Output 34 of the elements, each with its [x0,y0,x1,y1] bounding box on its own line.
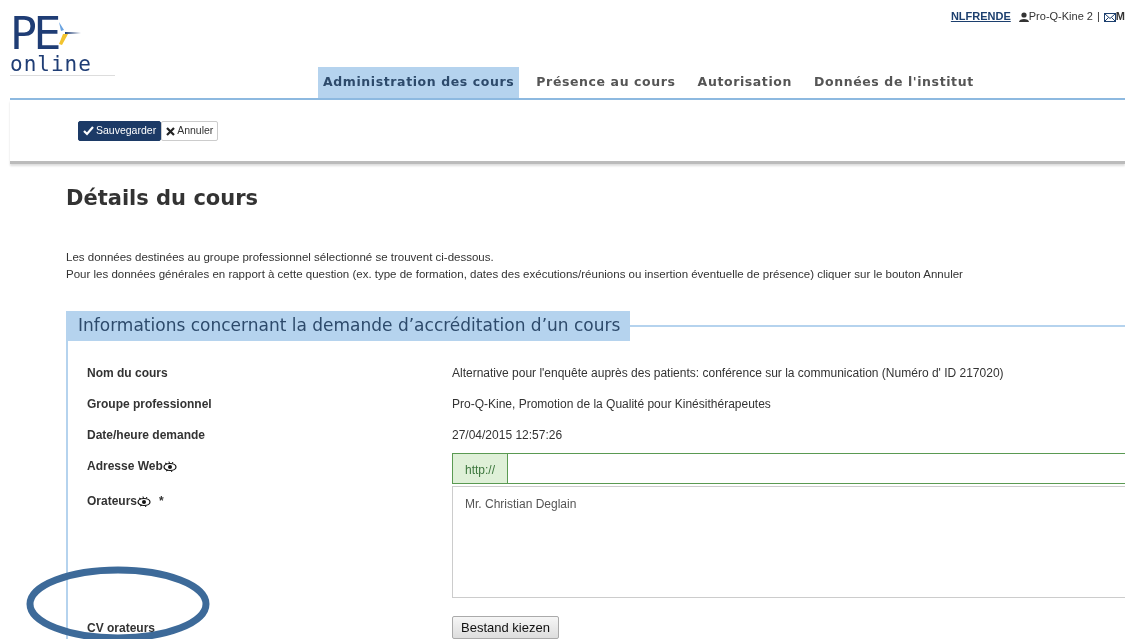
page-title: Détails du cours [66,186,260,212]
speakers-textarea[interactable]: Mr. Christian Deglain [452,485,1125,598]
mail-link[interactable]: M [1115,10,1125,22]
field-value: Pro-Q-Kine, Promotion de la Qualité pour Kinésithérapeutes [452,396,771,411]
field-label: Date/heure demande [87,427,206,442]
logo-text: PE [10,15,59,53]
url-input-field[interactable]: http:// [452,452,1125,484]
logo-text: online [10,53,115,76]
close-icon [166,126,176,136]
nav-tab[interactable]: Données de l'institut [809,67,979,98]
field-label: Groupe professionnel [87,396,212,411]
field-label: Adresse Web [87,458,163,473]
url-prefix: http:// [453,453,509,483]
field-value: Alternative pour l'enquête auprès des patients: conférence sur la communication (Numéro d' ID 217020) [452,365,1004,380]
save-button[interactable]: Sauvegarder [78,120,162,141]
section-legend: Informations concernant la demande d’accréditation d’un cours [68,311,631,341]
intro-text: Pour les données générales en rapport à cette question (ex. type de formation, dates des exécutions/réunions ou insertion éventuelle de présence) cliquer sur le bouton Annuler [66,267,964,283]
cancel-button[interactable]: Annuler [161,121,219,141]
separator: | [1096,10,1100,22]
nav-tab[interactable]: Présence au cours [531,67,681,98]
field-label: Nom du cours [87,365,168,380]
field-label: CV orateurs [87,620,156,635]
choose-file-button[interactable]: Bestand kiezen [452,615,559,639]
field-label: Orateurs [87,493,138,508]
account-link[interactable]: NLFRENDE [950,10,1011,22]
nav-tab[interactable]: Administration des cours [318,67,520,98]
nav-tab[interactable]: Autorisation [692,67,798,98]
check-icon [83,125,94,136]
mail-icon [1103,12,1116,22]
required-marker: * [159,493,164,508]
intro-text: Les données destinées au groupe professionnel sélectionné se trouvent ci-dessous. [66,250,495,266]
user-icon [1018,12,1029,23]
user-name: Pro-Q-Kine 2 [1028,10,1093,22]
field-value: 27/04/2015 12:57:26 [452,427,563,442]
